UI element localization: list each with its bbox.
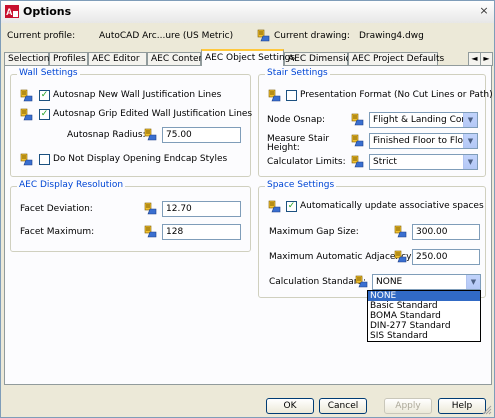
calc-standard-icon — [355, 275, 368, 288]
max-adjacency-label: Maximum Automatic Adjacency — [269, 252, 412, 262]
resize-grip-icon[interactable] — [482, 405, 492, 415]
endcap-checkbox[interactable] — [39, 154, 50, 165]
display-resolution-group: AEC Display Resolution Facet Deviation: … — [10, 180, 251, 252]
wall-settings-group: Wall Settings ✓ Autosnap New Wall Justif… — [10, 68, 253, 177]
stair-settings-title: Stair Settings — [265, 68, 330, 78]
chevron-down-icon[interactable]: ▼ — [466, 275, 480, 289]
close-icon[interactable]: × — [477, 4, 491, 18]
facet-maximum-icon — [144, 225, 157, 238]
calculator-limits-icon — [351, 155, 364, 168]
chevron-down-icon[interactable]: ▼ — [463, 155, 477, 169]
space-settings-title: Space Settings — [265, 180, 337, 190]
calc-standard-dropdown: NONE Basic Standard BOMA Standard DIN-27… — [367, 290, 481, 342]
current-drawing-label: Current drawing: — [274, 31, 350, 41]
options-dialog: A Options × Current profile: AutoCAD Arc… — [0, 0, 495, 418]
title-bar[interactable]: A Options × — [1, 1, 494, 23]
autosnap-new-label: Autosnap New Wall Justification Lines — [53, 90, 222, 100]
measure-height-label: Measure Stair Height: — [267, 134, 330, 153]
autosnap-grip-checkbox[interactable]: ✓ — [39, 109, 50, 120]
facet-maximum-input[interactable]: 128 — [162, 224, 241, 240]
window-title: Options — [23, 5, 72, 18]
current-drawing-value: Drawing4.dwg — [359, 31, 424, 41]
stair-settings-group: Stair Settings Presentation Format (No C… — [258, 68, 493, 177]
max-gap-input[interactable]: 300.00 — [412, 224, 480, 240]
node-osnap-label: Node Osnap: — [267, 115, 326, 125]
auto-update-checkbox[interactable]: ✓ — [286, 201, 297, 212]
ok-button[interactable]: OK — [266, 398, 314, 414]
wall-endcap-icon — [20, 153, 33, 166]
wall-autosnap-grip-icon — [20, 108, 33, 121]
autosnap-radius-icon — [144, 128, 157, 141]
presentation-format-label: Presentation Format (No Cut Lines or Pat… — [300, 90, 493, 100]
max-adjacency-input[interactable]: 250.00 — [412, 249, 480, 265]
tab-profiles[interactable]: Profiles — [49, 52, 88, 65]
autosnap-radius-input[interactable]: 75.00 — [162, 127, 241, 143]
display-resolution-title: AEC Display Resolution — [17, 180, 126, 190]
cancel-button[interactable]: Cancel — [319, 398, 367, 414]
calc-standard-value: NONE — [376, 277, 403, 287]
auto-update-label: Automatically update associative spaces — [300, 201, 484, 211]
wall-settings-title: Wall Settings — [17, 68, 80, 78]
autosnap-radius-label: Autosnap Radius: — [67, 130, 146, 140]
dropdown-option-din277[interactable]: DIN-277 Standard — [368, 321, 480, 331]
tab-selection[interactable]: Selection — [4, 52, 49, 65]
presentation-format-checkbox[interactable] — [286, 90, 297, 101]
chevron-down-icon[interactable]: ▼ — [463, 134, 477, 148]
dropdown-option-basic[interactable]: Basic Standard — [368, 301, 480, 311]
max-gap-icon — [394, 225, 407, 238]
max-gap-label: Maximum Gap Size: — [269, 227, 359, 237]
tab-aec-content[interactable]: AEC Content — [147, 52, 208, 65]
calculator-limits-select[interactable]: Strict ▼ — [369, 154, 478, 170]
measure-height-select[interactable]: Finished Floor to Floor ▼ — [369, 133, 478, 149]
facet-deviation-input[interactable]: 12.70 — [162, 201, 241, 217]
facet-deviation-label: Facet Deviation: — [20, 204, 93, 214]
measure-height-icon — [351, 134, 364, 147]
facet-deviation-icon — [144, 202, 157, 215]
space-settings-group: Space Settings ✓ Automatically update as… — [258, 180, 486, 298]
max-adjacency-icon — [394, 250, 407, 263]
apply-button[interactable]: Apply — [384, 398, 432, 414]
calc-standard-label: Calculation Standard: — [269, 277, 367, 287]
facet-maximum-label: Facet Maximum: — [20, 227, 95, 237]
help-button[interactable]: Help — [438, 398, 486, 414]
measure-height-value: Finished Floor to Floor — [373, 136, 473, 146]
node-osnap-icon — [351, 113, 364, 126]
dropdown-option-boma[interactable]: BOMA Standard — [368, 311, 480, 321]
chevron-down-icon[interactable]: ▼ — [463, 113, 477, 127]
current-profile-label: Current profile: — [7, 31, 76, 41]
tab-strip: Selection Profiles AEC Editor AEC Conten… — [4, 49, 493, 66]
calculator-limits-value: Strict — [373, 157, 397, 167]
dropdown-option-sis[interactable]: SIS Standard — [368, 331, 480, 341]
calculator-limits-label: Calculator Limits: — [267, 157, 346, 167]
tab-aec-project-defaults[interactable]: AEC Project Defaults — [348, 52, 444, 65]
space-auto-update-icon — [268, 200, 281, 213]
tab-aec-editor[interactable]: AEC Editor — [88, 52, 147, 65]
drawing-icon — [257, 29, 270, 42]
node-osnap-select[interactable]: Flight & Landing Corners ▼ — [369, 112, 478, 128]
stair-presentation-icon — [268, 89, 281, 102]
wall-autosnap-new-icon — [20, 89, 33, 102]
calc-standard-select[interactable]: NONE ▼ — [372, 274, 481, 290]
dropdown-option-none[interactable]: NONE — [368, 291, 480, 301]
autosnap-grip-label: Autosnap Grip Edited Wall Justification … — [53, 109, 253, 119]
current-profile-value: AutoCAD Arc...ure (US Metric) — [99, 31, 234, 41]
endcap-label: Do Not Display Opening Endcap Styles — [53, 154, 228, 164]
svg-text:A: A — [6, 7, 13, 17]
tab-aec-object-settings[interactable]: AEC Object Settings — [201, 49, 295, 66]
autosnap-new-checkbox[interactable]: ✓ — [39, 90, 50, 101]
autocad-arch-app-icon: A — [5, 5, 19, 18]
tab-scroll-right-icon[interactable]: ► — [480, 52, 493, 66]
